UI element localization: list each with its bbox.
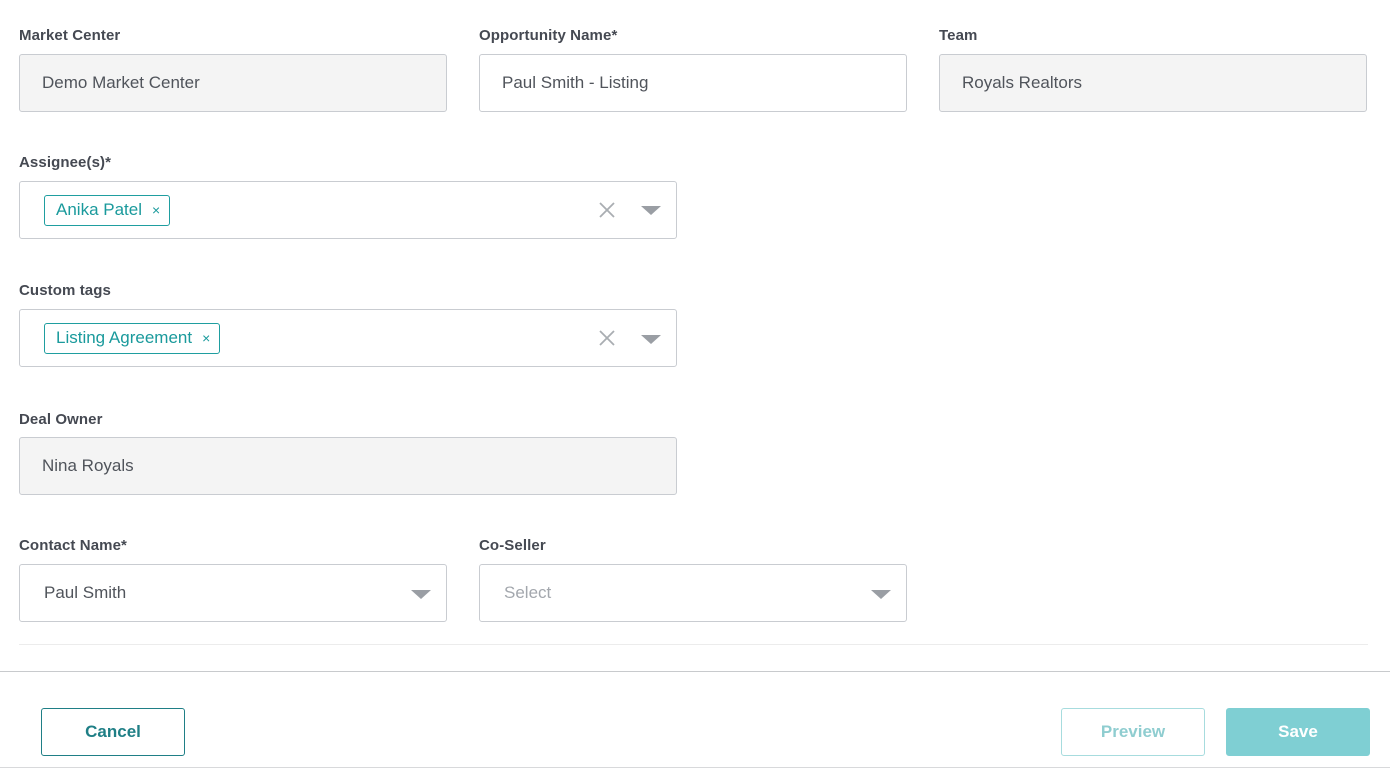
market-center-field: Demo Market Center	[19, 54, 447, 112]
custom-tags-label: Custom tags	[19, 282, 111, 299]
deal-owner-label: Deal Owner	[19, 411, 103, 428]
save-button[interactable]: Save	[1226, 708, 1370, 756]
footer-divider	[0, 671, 1390, 672]
team-value: Royals Realtors	[962, 73, 1082, 92]
caret-down-icon[interactable]	[641, 206, 661, 215]
custom-tag-chip-label: Listing Agreement	[56, 328, 193, 347]
caret-down-icon[interactable]	[641, 335, 661, 344]
deal-owner-value: Nina Royals	[42, 456, 134, 475]
contact-name-value: Paul Smith	[44, 583, 127, 602]
team-field: Royals Realtors	[939, 54, 1367, 112]
assignees-multiselect[interactable]: Anika Patel ×	[19, 181, 677, 239]
co-seller-select[interactable]: Select	[479, 564, 907, 622]
opportunity-name-label: Opportunity Name*	[479, 27, 618, 44]
market-center-value: Demo Market Center	[42, 73, 200, 92]
contact-name-select[interactable]: Paul Smith	[19, 564, 447, 622]
chip-remove-icon[interactable]: ×	[202, 331, 210, 345]
preview-button[interactable]: Preview	[1061, 708, 1205, 756]
team-label: Team	[939, 27, 978, 44]
assignee-chip-label: Anika Patel	[56, 200, 142, 219]
opportunity-name-value: Paul Smith - Listing	[502, 73, 649, 92]
caret-down-icon[interactable]	[871, 590, 891, 599]
chip-remove-icon[interactable]: ×	[152, 203, 160, 217]
caret-down-icon[interactable]	[411, 590, 431, 599]
assignee-chip: Anika Patel ×	[44, 194, 171, 226]
custom-tag-chip: Listing Agreement ×	[44, 322, 221, 354]
deal-owner-field: Nina Royals	[19, 437, 677, 495]
custom-tags-multiselect[interactable]: Listing Agreement ×	[19, 309, 677, 367]
co-seller-label: Co-Seller	[479, 537, 546, 554]
co-seller-placeholder: Select	[504, 583, 552, 602]
clear-icon[interactable]	[597, 328, 617, 348]
section-divider	[19, 644, 1368, 645]
clear-icon[interactable]	[597, 200, 617, 220]
opportunity-name-input[interactable]: Paul Smith - Listing	[479, 54, 907, 112]
cancel-button[interactable]: Cancel	[41, 708, 185, 756]
market-center-label: Market Center	[19, 27, 121, 44]
contact-name-label: Contact Name*	[19, 537, 127, 554]
assignees-label: Assignee(s)*	[19, 154, 112, 171]
